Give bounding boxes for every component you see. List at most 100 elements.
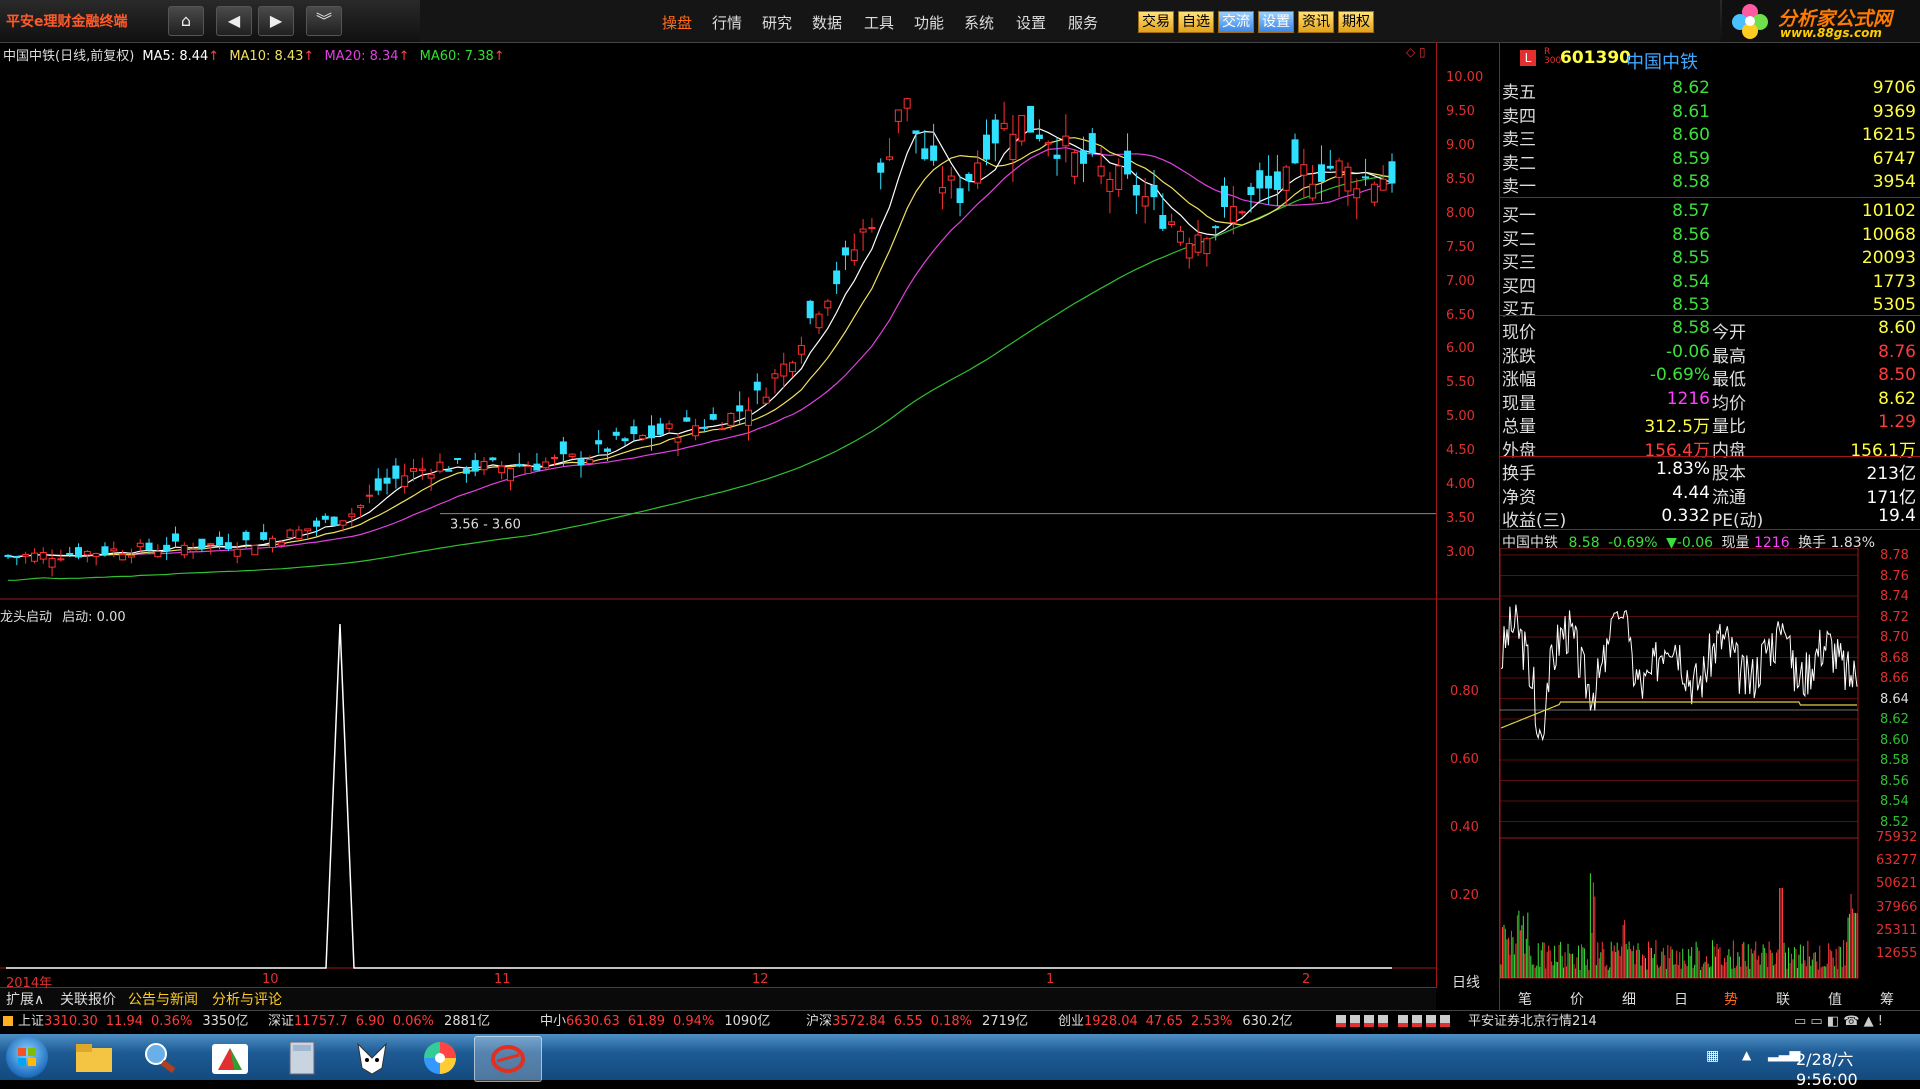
menu-8[interactable]: 服务 xyxy=(1068,12,1098,33)
menu-2[interactable]: 研究 xyxy=(762,12,792,33)
intraday-chart[interactable] xyxy=(1500,548,1920,980)
quote-tab-1[interactable]: 价 xyxy=(1570,989,1584,1009)
index-quote[interactable]: 上证3310.30 11.94 0.36% 3350亿 xyxy=(4,1011,248,1033)
chart-mark xyxy=(1229,205,1237,223)
quote-tab-4[interactable]: 势 xyxy=(1724,989,1738,1009)
ask-price[interactable]: 8.58 xyxy=(1620,172,1710,192)
menu-0[interactable]: 操盘 xyxy=(662,12,692,33)
quick-button-5[interactable]: 期权 xyxy=(1338,11,1374,33)
menu-3[interactable]: 数据 xyxy=(812,12,842,33)
calculator-icon[interactable] xyxy=(280,1040,324,1076)
kline-chart[interactable]: 3.56 - 3.60 xyxy=(0,42,1500,982)
menu-6[interactable]: 系统 xyxy=(964,12,994,33)
quick-button-3[interactable]: 设置 xyxy=(1258,11,1294,33)
bid-price[interactable]: 8.53 xyxy=(1620,295,1710,315)
brand-logo: 分析家公式网 www.88gs.com xyxy=(1722,0,1920,42)
start-button[interactable] xyxy=(6,1036,48,1078)
bottom-tab-1[interactable]: 关联报价 xyxy=(60,989,116,1009)
tray-arrow-icon[interactable]: ▲ xyxy=(1742,1048,1751,1062)
menu-5[interactable]: 功能 xyxy=(914,12,944,33)
fox-app-icon[interactable] xyxy=(350,1040,394,1076)
candle xyxy=(700,419,708,432)
keyboard-icon[interactable]: ▦ xyxy=(1706,1048,1719,1064)
home-icon[interactable]: ⌂ xyxy=(168,6,204,36)
quick-button-1[interactable]: 自选 xyxy=(1178,11,1214,33)
quick-button-2[interactable]: 交流 xyxy=(1218,11,1254,33)
quote-tab-2[interactable]: 细 xyxy=(1622,989,1636,1009)
chart-mark xyxy=(1027,105,1035,133)
quote-tab-3[interactable]: 日 xyxy=(1674,989,1688,1009)
chart-mark xyxy=(1053,154,1061,159)
taskbar-clock[interactable]: 2/28/六 9:56:00 xyxy=(1796,1046,1920,1089)
tray-icons[interactable]: ▭ ▭ ◧ ☎ ▲ ! xyxy=(1794,1011,1883,1033)
quote-tab-0[interactable]: 笔 xyxy=(1518,989,1532,1009)
stat-value: 171亿 xyxy=(1866,487,1916,508)
forward-icon[interactable]: ▶ xyxy=(258,6,294,36)
chart-mark xyxy=(268,537,276,549)
index-quote[interactable]: 深证11757.7 6.90 0.06% 2881亿 xyxy=(268,1011,490,1033)
bid-price[interactable]: 8.55 xyxy=(1620,248,1710,268)
chart-mark xyxy=(1282,166,1290,191)
chart-mark xyxy=(4,554,12,558)
menu-4[interactable]: 工具 xyxy=(864,12,894,33)
quote-tab-6[interactable]: 值 xyxy=(1828,989,1842,1009)
bid-price[interactable]: 8.57 xyxy=(1620,201,1710,221)
chart-mark xyxy=(1291,139,1299,164)
ask-price[interactable]: 8.61 xyxy=(1620,102,1710,122)
bid-volume: 20093 xyxy=(1861,248,1916,268)
index-quote[interactable]: 沪深3572.84 6.55 0.18% 2719亿 xyxy=(806,1011,1028,1033)
ask-label: 卖四 xyxy=(1502,106,1536,127)
index-amt: 1090亿 xyxy=(724,1014,771,1029)
active-app-trading-icon[interactable] xyxy=(474,1036,542,1082)
candle xyxy=(313,517,321,537)
chart-mark xyxy=(330,516,338,526)
color-wheel-icon[interactable] xyxy=(418,1040,462,1076)
ask-price[interactable]: 8.62 xyxy=(1620,78,1710,98)
mini-price-tick: 8.66 xyxy=(1880,671,1909,686)
candle xyxy=(1035,119,1043,142)
quote-tab-5[interactable]: 联 xyxy=(1776,989,1790,1009)
explorer-icon[interactable] xyxy=(72,1040,116,1076)
chart-mark xyxy=(674,437,682,443)
candle xyxy=(524,461,532,474)
candle xyxy=(1326,150,1334,171)
candle xyxy=(154,544,162,558)
back-icon[interactable]: ◀ xyxy=(216,6,252,36)
bottom-tab-3[interactable]: 分析与评论 xyxy=(212,989,282,1009)
menu-1[interactable]: 行情 xyxy=(712,12,742,33)
bid-label: 买三 xyxy=(1502,253,1536,273)
candle xyxy=(683,410,691,422)
index-quote[interactable]: 创业1928.04 47.65 2.53% 630.2亿 xyxy=(1058,1011,1293,1033)
candle xyxy=(824,299,832,316)
bid-price[interactable]: 8.56 xyxy=(1620,225,1710,245)
mini-price-tick: 8.52 xyxy=(1880,814,1909,830)
period-label[interactable]: 日线 xyxy=(1452,972,1480,992)
candle xyxy=(595,430,603,454)
chart-mark xyxy=(83,551,91,556)
menu-7[interactable]: 设置 xyxy=(1016,12,1046,33)
chart-mark xyxy=(815,313,823,329)
chart-app-icon[interactable] xyxy=(208,1040,252,1076)
bottom-tab-2[interactable]: 公告与新闻 xyxy=(128,989,198,1009)
candle xyxy=(1141,178,1149,224)
chart-mark xyxy=(894,109,902,122)
candle xyxy=(189,542,197,559)
quote-tab-7[interactable]: 筹 xyxy=(1880,989,1894,1009)
candle xyxy=(163,536,171,561)
chart-mark xyxy=(1379,178,1387,191)
bottom-tab-0[interactable]: 扩展∧ xyxy=(6,989,44,1009)
expand-icon[interactable]: ︾ xyxy=(306,6,342,36)
index-quote[interactable]: 中小6630.63 61.89 0.94% 1090亿 xyxy=(540,1011,770,1033)
price-tick: 5.50 xyxy=(1446,375,1475,391)
bid-price[interactable]: 8.54 xyxy=(1620,272,1710,292)
quick-button-4[interactable]: 资讯 xyxy=(1298,11,1334,33)
price-tick: 10.00 xyxy=(1446,70,1484,85)
ask-price[interactable]: 8.60 xyxy=(1620,125,1710,145)
quick-button-0[interactable]: 交易 xyxy=(1138,11,1174,33)
chart-mark xyxy=(1141,196,1149,207)
chart-mark xyxy=(1300,164,1308,176)
ask-price[interactable]: 8.59 xyxy=(1620,149,1710,169)
chart-mark xyxy=(1185,243,1193,259)
index-chg: 6.55 xyxy=(893,1014,923,1029)
search-app-icon[interactable] xyxy=(140,1040,184,1076)
